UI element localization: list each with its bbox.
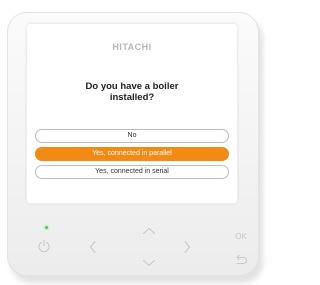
option-yes-serial[interactable]: Yes, connected in serial xyxy=(35,165,229,179)
power-icon xyxy=(37,239,51,253)
brand-logo: HITACHI xyxy=(112,42,152,52)
scene: HITACHI Do you have a boiler installed? … xyxy=(0,0,268,285)
control-panel: OK xyxy=(8,209,260,277)
chevron-down-icon xyxy=(142,258,156,268)
option-list: No Yes, connected in parallel Yes, conne… xyxy=(35,129,229,183)
remote-controller: HITACHI Do you have a boiler installed? … xyxy=(7,12,259,276)
chevron-right-icon xyxy=(182,240,192,254)
dialog-question: Do you have a boiler installed? xyxy=(26,81,238,103)
right-button[interactable] xyxy=(182,240,192,254)
question-line-2: installed? xyxy=(109,92,155,103)
left-button[interactable] xyxy=(88,240,98,254)
power-button[interactable] xyxy=(37,239,51,253)
display-screen: HITACHI Do you have a boiler installed? … xyxy=(26,23,238,204)
back-button[interactable] xyxy=(234,254,248,266)
question-line-1: Do you have a boiler xyxy=(85,81,179,92)
option-yes-parallel[interactable]: Yes, connected in parallel xyxy=(35,147,229,161)
up-button[interactable] xyxy=(142,226,156,236)
status-led xyxy=(45,226,48,229)
down-button[interactable] xyxy=(142,258,156,268)
option-no[interactable]: No xyxy=(35,129,229,143)
back-arrow-icon xyxy=(234,254,248,266)
chevron-up-icon xyxy=(142,226,156,236)
ok-button[interactable]: OK xyxy=(232,231,250,243)
chevron-left-icon xyxy=(88,240,98,254)
